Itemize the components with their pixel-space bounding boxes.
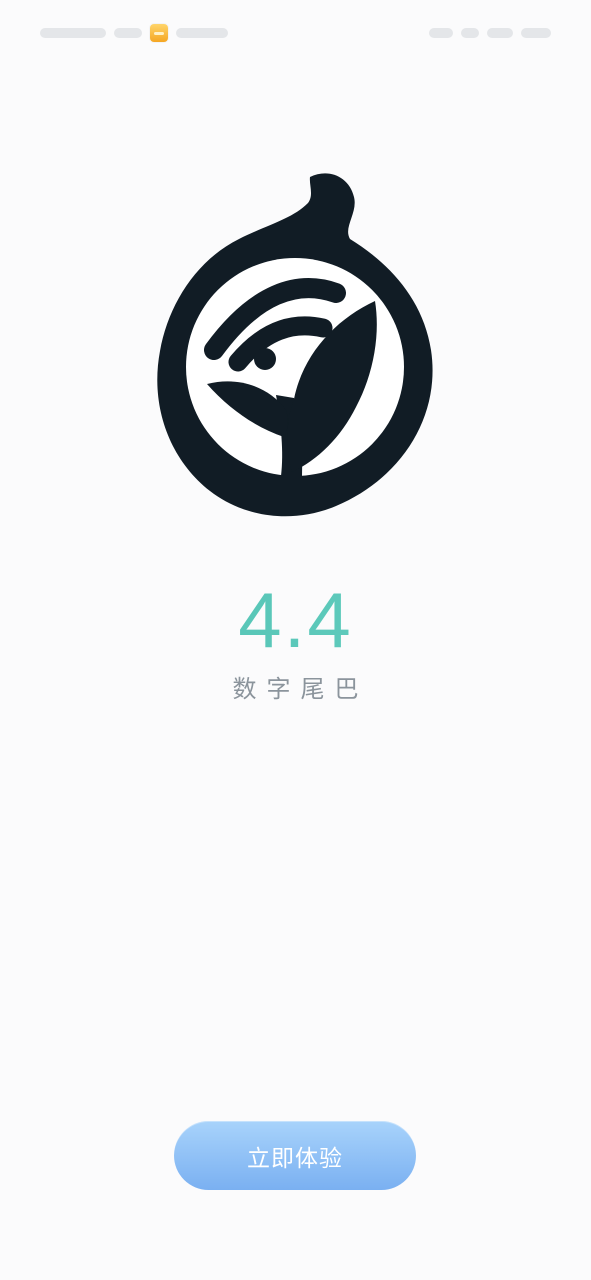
status-right [429, 22, 551, 44]
status-text-placeholder-2 [176, 28, 228, 38]
app-name: 数字尾巴 [232, 675, 369, 703]
status-left [40, 22, 228, 44]
wallet-notification-icon [150, 24, 168, 42]
network-icon [487, 28, 513, 38]
wifi-icon [461, 28, 479, 38]
app-logo [153, 172, 438, 517]
version-number: 4.4 [0, 578, 591, 662]
status-bar [0, 0, 591, 66]
signal-icon [429, 28, 453, 38]
battery-icon [521, 28, 551, 38]
leaf-signal-logo-icon [157, 173, 433, 517]
experience-now-button[interactable]: 立即体验 [174, 1121, 416, 1190]
status-time-placeholder [40, 28, 106, 38]
status-text-placeholder [114, 28, 142, 38]
